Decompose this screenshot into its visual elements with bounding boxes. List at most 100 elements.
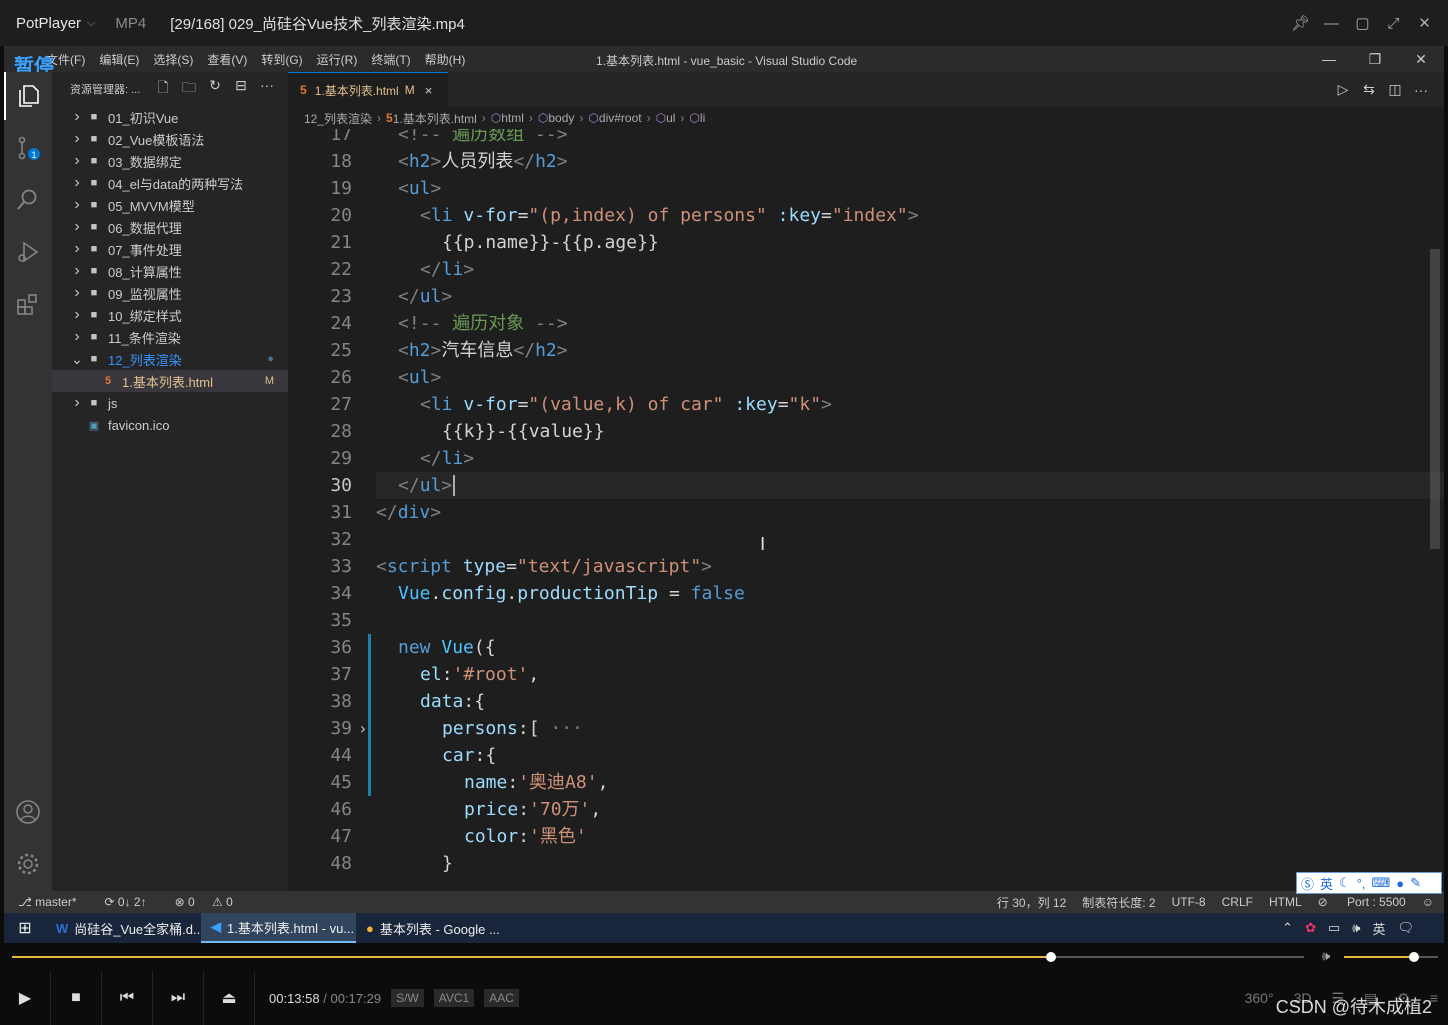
play-button[interactable]: ▶ (0, 971, 51, 1025)
ime-punct-icon[interactable]: °, (1357, 876, 1366, 891)
breadcrumb-item[interactable]: body (548, 111, 574, 125)
refresh-icon[interactable]: ↻ (202, 77, 228, 101)
menu-item-6[interactable]: 终端(T) (371, 51, 410, 68)
breadcrumb-item[interactable]: li (700, 111, 705, 125)
menu-item-3[interactable]: 查看(V) (207, 51, 247, 68)
seek-handle[interactable] (1045, 952, 1056, 962)
folder-item[interactable]: › ■ 01_初识Vue (52, 106, 288, 128)
file-item[interactable]: 5 1.基本列表.html M (52, 370, 288, 392)
windows-start-icon[interactable]: ⊞ (4, 918, 46, 938)
problems-status[interactable]: ⊗ 0 ⚠ 0 (175, 895, 247, 909)
ime-tools-icon[interactable]: ✎ (1410, 875, 1421, 891)
menu-item-1[interactable]: 编辑(E) (99, 51, 139, 68)
fold-chevron-icon[interactable]: › (358, 719, 368, 738)
chevron-down-icon[interactable]: ⌵ (87, 17, 95, 30)
close-icon[interactable]: ✕ (1398, 46, 1444, 72)
search-icon[interactable] (4, 176, 52, 224)
volume-slider[interactable] (1344, 952, 1438, 962)
seek-bar[interactable] (12, 952, 1304, 962)
taskbar-task[interactable]: W 尚硅谷_Vue全家桶.d... (46, 913, 201, 943)
feedback-icon[interactable]: ☺ (1422, 895, 1434, 909)
folder-item[interactable]: › ■ js (52, 392, 288, 414)
taskbar-task[interactable]: ◀ 1.基本列表.html - vu... (201, 913, 356, 943)
folder-item[interactable]: › ■ 10_绑定样式 (52, 304, 288, 326)
extensions-icon[interactable] (4, 280, 52, 328)
volume-icon[interactable]: 🕪︎ (1352, 920, 1360, 936)
menu-item-4[interactable]: 转到(G) (261, 51, 302, 68)
breadcrumb-item[interactable]: html (501, 111, 524, 125)
fullscreen-icon[interactable]: ⤢ (1378, 15, 1409, 32)
volume-handle[interactable] (1408, 952, 1419, 962)
notification-icon[interactable]: 🗨︎ (1397, 920, 1414, 936)
source-control-icon[interactable]: 1 (4, 124, 52, 172)
more-actions-icon[interactable]: ··· (1408, 82, 1434, 98)
menu-item-7[interactable]: 帮助(H) (425, 51, 466, 68)
ime-toolbar[interactable]: Ⓢ 英 ☾ °, ⌨ ● ✎ (1296, 872, 1442, 894)
settings-gear-icon[interactable] (4, 840, 52, 888)
folder-item[interactable]: › ■ 05_MVVM模型 (52, 194, 288, 216)
new-file-icon[interactable]: 🗋︎ (150, 77, 176, 101)
minimize-icon[interactable]: — (1316, 15, 1347, 32)
folder-item[interactable]: › ■ 02_Vue模板语法 (52, 128, 288, 150)
tag-codec[interactable]: AVC1 (433, 989, 475, 1007)
editor-scrollbar[interactable] (1430, 249, 1440, 549)
split-editor-icon[interactable]: ◫ (1382, 81, 1408, 98)
code-editor[interactable]: 17 <!-- 遍历数组 --> 18 <h2>人员列表</h2> 19 <ul> 20 <l… (288, 129, 1444, 891)
folder-item[interactable]: ⌄ ■ 12_列表渲染 ● (52, 348, 288, 370)
speaker-icon[interactable]: 🕪︎ (1322, 948, 1330, 964)
restore-icon[interactable]: ❐ (1352, 46, 1398, 72)
network-icon[interactable]: ▭ (1328, 920, 1340, 936)
previous-button[interactable]: ⏮︎ (102, 971, 153, 1025)
encoding[interactable]: UTF-8 (1172, 895, 1206, 909)
folder-item[interactable]: › ■ 08_计算属性 (52, 260, 288, 282)
taskbar-task[interactable]: ● 基本列表 - Google ... (356, 913, 511, 943)
new-folder-icon[interactable]: 🗀︎ (176, 77, 202, 101)
vr360-button[interactable]: 360° (1245, 990, 1274, 1006)
tag-audio[interactable]: AAC (484, 989, 519, 1007)
live-server-port[interactable]: ⊘ Port : 5500 (1318, 895, 1406, 909)
file-item[interactable]: ▣ favicon.ico (52, 414, 288, 436)
folder-item[interactable]: › ■ 07_事件处理 (52, 238, 288, 260)
folder-item[interactable]: › ■ 03_数据绑定 (52, 150, 288, 172)
tab-size[interactable]: 制表符长度: 2 (1082, 894, 1155, 911)
tag-sw[interactable]: S/W (391, 989, 424, 1007)
more-actions-icon[interactable]: ··· (254, 77, 280, 101)
ime-user-icon[interactable]: ● (1396, 876, 1404, 891)
compare-icon[interactable]: ⇆ (1356, 81, 1382, 98)
folder-item[interactable]: › ■ 04_el与data的两种写法 (52, 172, 288, 194)
folder-item[interactable]: › ■ 06_数据代理 (52, 216, 288, 238)
ime-moon-icon[interactable]: ☾ (1339, 875, 1351, 891)
breadcrumb-item[interactable]: div#root (599, 111, 642, 125)
eol[interactable]: CRLF (1222, 895, 1253, 909)
branch-status[interactable]: ⎇ master* (18, 895, 91, 909)
close-icon[interactable]: ✕ (1409, 14, 1440, 32)
folder-item[interactable]: › ■ 11_条件渲染 (52, 326, 288, 348)
folder-item[interactable]: › ■ 09_监视属性 (52, 282, 288, 304)
collapse-all-icon[interactable]: ⊟ (228, 77, 254, 101)
breadcrumb-item[interactable]: 1.基本列表.html (393, 110, 477, 127)
player-brand-menu[interactable]: PotPlayer (16, 15, 81, 32)
next-button[interactable]: ⏭︎ (153, 971, 204, 1025)
breadcrumb-item[interactable]: ul (666, 111, 675, 125)
sync-status[interactable]: ⟳ 0↓ 2↑ (105, 895, 161, 909)
stop-button[interactable]: ■ (51, 971, 102, 1025)
tray-app-icon[interactable]: ✿ (1305, 920, 1316, 936)
tray-chevron-up-icon[interactable]: ⌃ (1282, 920, 1293, 936)
menu-item-2[interactable]: 选择(S) (153, 51, 193, 68)
minimize-icon[interactable]: — (1306, 46, 1352, 72)
tray-ime-label[interactable]: 英 (1372, 919, 1385, 938)
menu-item-5[interactable]: 运行(R) (317, 51, 358, 68)
ime-lang[interactable]: 英 (1320, 874, 1333, 893)
tab-close-icon[interactable]: × (425, 83, 433, 98)
ime-keyboard-icon[interactable]: ⌨ (1372, 875, 1391, 891)
account-icon[interactable] (4, 788, 52, 836)
language-mode[interactable]: HTML (1269, 895, 1302, 909)
run-debug-icon[interactable] (4, 228, 52, 276)
cursor-position[interactable]: 行 30，列 12 (997, 894, 1066, 911)
pin-icon[interactable]: 📌︎ (1285, 14, 1316, 32)
eject-button[interactable]: ⏏︎ (204, 971, 255, 1025)
run-icon[interactable]: ▷ (1330, 81, 1356, 98)
tab-basic-list-html[interactable]: 5 1.基本列表.html M × (288, 72, 448, 107)
explorer-icon[interactable] (4, 72, 52, 120)
maximize-icon[interactable]: ▢ (1347, 14, 1378, 32)
